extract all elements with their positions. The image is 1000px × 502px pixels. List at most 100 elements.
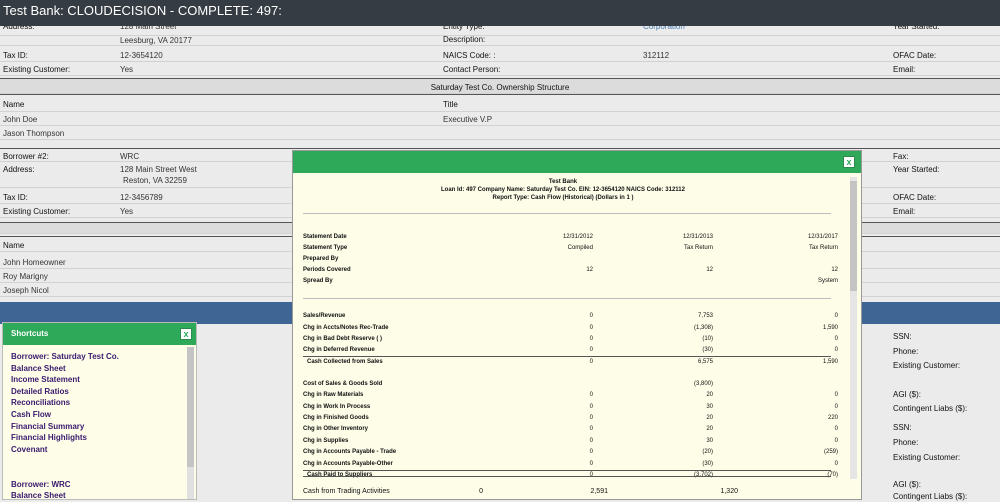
row-label: Sales/Revenue [303,313,346,319]
description-label: Description: [443,35,486,44]
cell: 0 [589,461,593,467]
cell: 12 [706,267,713,273]
report-header-row: Spread By System [303,276,838,288]
cell: (20) [702,449,713,455]
scrollbar-thumb[interactable] [187,347,194,467]
tax-id-label: Tax ID: [3,51,28,60]
ownership-header: Saturday Test Co. Ownership Structure [0,78,1000,94]
cell: 0 [479,488,483,495]
ownership-name-header: Name [3,100,25,109]
cell: 0 [589,313,593,319]
ownership-title-header: Title [443,100,458,109]
shortcut-link[interactable]: Covenant [11,444,119,456]
report-header-row: Statement Type Compiled Tax Return Tax Retu… [303,243,838,255]
shortcut-link[interactable]: Financial Summary [11,421,119,433]
close-icon[interactable]: x [843,156,855,168]
report-row: Chg in Supplies 0 30 0 [303,436,838,448]
owner-name: Roy Marigny [3,272,48,281]
row-label: Statement Type [303,245,348,251]
shortcut-link[interactable]: Cash Flow [11,409,119,421]
report-row: Chg in Accounts Payable-Other 0 (30) 0 [303,459,838,471]
shortcut-link[interactable]: Borrower: Saturday Test Co. [11,351,119,363]
row-label: Spread By [303,278,333,284]
owner-name: John Homeowner [3,258,66,267]
tax-id-value: 12-3654120 [120,51,163,60]
cell: Tax Return [683,245,713,251]
shortcuts-panel: Shortcuts x Borrower: Saturday Test Co. … [2,322,197,500]
agi-label: AGI ($): [893,480,922,489]
existing-customer-label: Existing Customer: [3,65,71,74]
report-header-row: Periods Covered 12 12 12 [303,265,838,277]
row-label: Chg in Work In Process [303,404,371,410]
owner-name: Jason Thompson [3,129,65,138]
report-row: Chg in Bad Debt Reserve ( ) 0 (10) 0 [303,334,838,346]
shortcut-link[interactable]: Borrower: WRC [11,479,119,491]
cell: 0 [589,347,593,353]
cell: 0 [834,347,838,353]
report-scrollbar[interactable] [850,177,857,479]
existing-customer-value: Yes [120,207,134,216]
ofac-date-label: OFAC Date: [893,51,937,60]
cell: (3,800) [693,381,713,387]
row-label: Chg in Accounts Payable-Other [303,461,393,467]
ownership-row: Jason Thompson [0,126,1000,140]
cell: 220 [827,415,838,421]
ofac-date-label: OFAC Date: [893,193,937,202]
row-label: Chg in Accts/Notes Rec-Trade [303,325,389,331]
row-label: Cash Collected from Sales [307,359,383,365]
address-line2: Reston, VA 32259 [123,176,187,185]
address-label: Address: [3,165,35,174]
cell: 0 [834,438,838,444]
existing-customer-label: Existing Customer: [893,453,961,462]
cell: 0 [834,336,838,342]
owners2-name-header: Name [3,241,25,250]
shortcut-link[interactable]: Reconciliations [11,397,119,409]
ssn-label: SSN: [893,332,912,341]
cell: 12 [586,267,593,273]
cell: 30 [706,404,713,410]
report-row: Chg in Accts/Notes Rec-Trade 0 (1,308) 1,59… [303,323,838,335]
email-label: Email: [893,65,916,74]
borrower2-value: WRC [120,152,140,161]
cell: 0 [834,392,838,398]
report-row: Sales/Revenue 0 7,753 0 [303,311,838,323]
shortcuts-header: Shortcuts x [3,323,196,345]
row-label: Statement Date [303,234,347,240]
shortcut-link[interactable]: Financial Highlights [11,432,119,444]
shortcut-link[interactable]: Income Statement [11,374,119,386]
shortcut-spacer [11,455,119,467]
cell: 7,753 [697,313,713,319]
row-label: Periods Covered [303,267,351,273]
year-started-label: Year Started: [893,165,940,174]
agi-label: AGI ($): [893,390,922,399]
cell: 0 [589,438,593,444]
scrollbar-thumb[interactable] [850,181,857,291]
cell: (10) [702,336,713,342]
cell: 20 [706,415,713,421]
phone-label: Phone: [893,347,919,356]
naics-value: 312112 [643,51,670,60]
ssn-label: SSN: [893,423,912,432]
shortcut-link[interactable]: Detailed Ratios [11,386,119,398]
naics-label: NAICS Code: : [443,51,496,60]
contact-person-label: Contact Person: [443,65,501,74]
row-label: Chg in Raw Materials [303,392,364,398]
shortcut-link[interactable]: Balance Sheet [11,363,119,375]
cell: 1,590 [822,325,838,331]
report-row: Chg in Other Inventory 0 20 0 [303,424,838,436]
row-label: Chg in Other Inventory [303,426,369,432]
cell: (259) [823,449,838,455]
cell: 0 [589,359,593,365]
close-icon[interactable]: x [180,328,192,340]
borrower2-label: Borrower #2: [3,152,49,161]
cell: 0 [834,426,838,432]
shortcut-spacer [11,467,119,479]
report-row: Cost of Sales & Goods Sold (3,800) [303,379,831,391]
cell: 1,590 [822,359,838,365]
shortcuts-scrollbar[interactable] [187,347,194,499]
row-label: Cost of Sales & Goods Sold [303,381,383,387]
cell: 1,320 [720,488,738,495]
existing-customer-value: Yes [120,65,134,74]
tax-id-value: 12-3456789 [120,193,163,202]
shortcuts-list: Borrower: Saturday Test Co. Balance Shee… [11,351,119,502]
